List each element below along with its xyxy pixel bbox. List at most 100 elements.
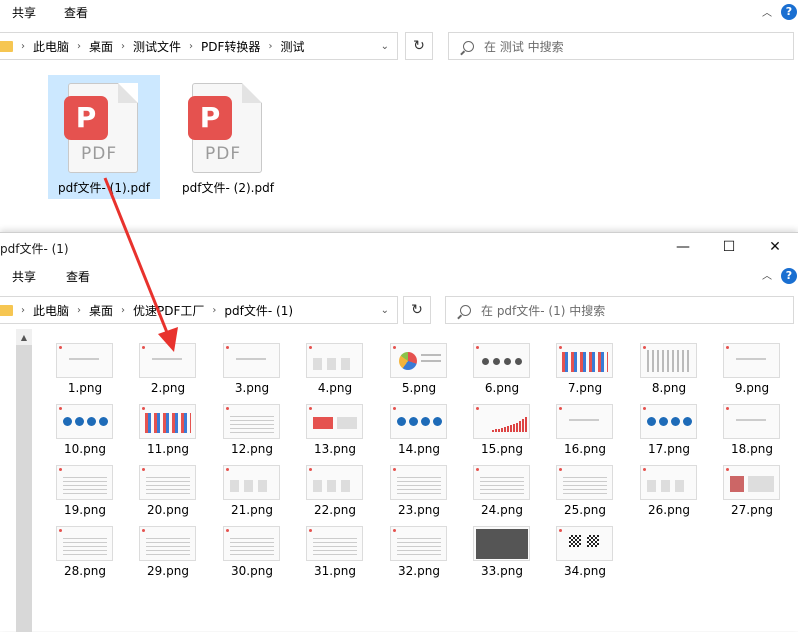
thumbnail-item[interactable]: 14.png — [384, 404, 460, 462]
thumbnail-label: 12.png — [231, 442, 273, 456]
vertical-scrollbar[interactable] — [16, 329, 32, 632]
thumbnail-image — [223, 404, 280, 439]
thumbnail-logo-dot — [142, 529, 145, 532]
thumbnail-item[interactable]: 17.png — [634, 404, 710, 462]
thumbnail-item[interactable]: 2.png — [133, 343, 209, 401]
thumbnail-item[interactable]: 25.png — [550, 465, 626, 523]
thumbnail-image — [723, 404, 780, 439]
thumbnail-item[interactable]: 3.png — [217, 343, 293, 401]
thumbnail-logo-dot — [226, 468, 229, 471]
thumbnail-item[interactable]: 8.png — [634, 343, 710, 401]
refresh-button[interactable]: ↻ — [405, 32, 433, 60]
thumbnail-item[interactable]: 11.png — [133, 404, 209, 462]
thumbnail-image — [390, 465, 447, 500]
thumbnail-logo-dot — [726, 407, 729, 410]
thumbnail-label: 7.png — [567, 381, 603, 395]
thumbnail-item[interactable]: 15.png — [467, 404, 543, 462]
address-bar[interactable]: › 此电脑 › 桌面 › 优速PDF工厂 › pdf文件- (1) ⌄ — [0, 296, 398, 324]
close-button[interactable]: ✕ — [760, 237, 790, 257]
thumbnail-logo-dot — [559, 468, 562, 471]
maximize-button[interactable]: ☐ — [714, 237, 744, 257]
collapse-ribbon-icon[interactable]: ︿ — [762, 267, 772, 282]
thumbnail-item[interactable]: 26.png — [634, 465, 710, 523]
thumbnail-image — [223, 465, 280, 500]
thumbnail-image — [139, 343, 196, 378]
breadcrumb-item[interactable]: pdf文件- (1) — [224, 302, 293, 319]
breadcrumb-item[interactable]: 此电脑 — [33, 302, 69, 319]
thumbnail-label: 11.png — [147, 442, 189, 456]
thumbnail-item[interactable]: 28.png — [50, 526, 126, 584]
file-name: pdf文件- (1).pdf — [58, 181, 150, 195]
breadcrumb-item[interactable]: 测试 — [280, 38, 304, 55]
thumbnail-item[interactable]: 1.png — [50, 343, 126, 401]
pdf-file-item[interactable]: P PDF pdf文件- (1).pdf — [48, 75, 160, 199]
thumbnail-item[interactable]: 24.png — [467, 465, 543, 523]
search-input[interactable]: 在 pdf文件- (1) 中搜索 — [445, 296, 794, 324]
thumbnail-item[interactable]: 34.png — [550, 526, 626, 584]
thumbnail-item[interactable]: 19.png — [50, 465, 126, 523]
thumbnail-item[interactable]: 16.png — [550, 404, 626, 462]
file-name: pdf文件- (2).pdf — [182, 181, 274, 195]
thumbnail-item[interactable]: 29.png — [133, 526, 209, 584]
thumbnail-image — [723, 465, 780, 500]
thumbnail-item[interactable]: 13.png — [300, 404, 376, 462]
thumbnail-logo-dot — [643, 407, 646, 410]
thumbnail-item[interactable]: 32.png — [384, 526, 460, 584]
thumbnail-item[interactable]: 5.png — [384, 343, 460, 401]
thumbnail-logo-dot — [309, 468, 312, 471]
pdf-file-item[interactable]: P PDF pdf文件- (2).pdf — [172, 75, 284, 199]
thumbnail-image — [473, 526, 530, 561]
breadcrumb-item[interactable]: 此电脑 — [33, 38, 69, 55]
thumbnail-label: 34.png — [564, 564, 606, 578]
search-icon — [460, 304, 471, 316]
search-input[interactable]: 在 测试 中搜索 — [448, 32, 794, 60]
thumbnail-logo-dot — [226, 529, 229, 532]
thumbnail-label: 4.png — [317, 381, 353, 395]
chevron-down-icon[interactable]: ⌄ — [381, 41, 389, 52]
breadcrumb-item[interactable]: 优速PDF工厂 — [133, 302, 204, 319]
chevron-down-icon[interactable]: ⌄ — [381, 305, 389, 316]
thumbnail-label: 24.png — [481, 503, 523, 517]
minimize-button[interactable]: — — [668, 237, 698, 257]
thumbnail-item[interactable]: 23.png — [384, 465, 460, 523]
ribbon-tab-share[interactable]: 共享 — [12, 4, 36, 21]
thumbnail-item[interactable]: 22.png — [300, 465, 376, 523]
address-bar[interactable]: › 此电脑 › 桌面 › 测试文件 › PDF转换器 › 测试 ⌄ — [0, 32, 398, 60]
thumbnail-item[interactable]: 33.png — [467, 526, 543, 584]
thumbnail-label: 22.png — [314, 503, 356, 517]
thumbnail-item[interactable]: 18.png — [717, 404, 793, 462]
thumbnail-item[interactable]: 30.png — [217, 526, 293, 584]
ribbon-tab-view[interactable]: 查看 — [64, 4, 88, 21]
thumbnail-item[interactable]: 27.png — [717, 465, 793, 523]
scroll-up-arrow-icon[interactable]: ▲ — [16, 329, 32, 345]
thumbnail-label: 6.png — [484, 381, 520, 395]
help-icon[interactable]: ? — [781, 4, 797, 20]
breadcrumb-item[interactable]: 桌面 — [89, 38, 113, 55]
breadcrumb-item[interactable]: 桌面 — [89, 302, 113, 319]
ribbon-tab-view[interactable]: 查看 — [66, 268, 90, 285]
back-explorer-window: 共享 查看 ︿ ? › 此电脑 › 桌面 › 测试文件 › PDF转换器 › 测… — [0, 0, 798, 232]
thumbnail-logo-dot — [142, 346, 145, 349]
thumbnail-logo-dot — [559, 407, 562, 410]
breadcrumb-item[interactable]: PDF转换器 — [201, 38, 260, 55]
thumbnail-item[interactable]: 6.png — [467, 343, 543, 401]
thumbnail-label: 3.png — [234, 381, 270, 395]
thumbnail-item[interactable]: 12.png — [217, 404, 293, 462]
refresh-button[interactable]: ↻ — [403, 296, 431, 324]
thumbnail-image — [556, 465, 613, 500]
front-explorer-window: pdf文件- (1) — ☐ ✕ 共享 查看 ︿ ? › 此电脑 › 桌面 › … — [0, 232, 798, 632]
thumbnail-image — [223, 526, 280, 561]
breadcrumb-item[interactable]: 测试文件 — [133, 38, 181, 55]
thumbnail-item[interactable]: 9.png — [717, 343, 793, 401]
thumbnail-item[interactable]: 10.png — [50, 404, 126, 462]
thumbnail-image — [56, 465, 113, 500]
collapse-ribbon-icon[interactable]: ︿ — [762, 4, 772, 19]
ribbon-tab-share[interactable]: 共享 — [12, 268, 36, 285]
help-icon[interactable]: ? — [781, 268, 797, 284]
thumbnail-item[interactable]: 20.png — [133, 465, 209, 523]
thumbnail-label: 14.png — [398, 442, 440, 456]
thumbnail-item[interactable]: 4.png — [300, 343, 376, 401]
thumbnail-item[interactable]: 31.png — [300, 526, 376, 584]
thumbnail-item[interactable]: 7.png — [550, 343, 626, 401]
thumbnail-item[interactable]: 21.png — [217, 465, 293, 523]
